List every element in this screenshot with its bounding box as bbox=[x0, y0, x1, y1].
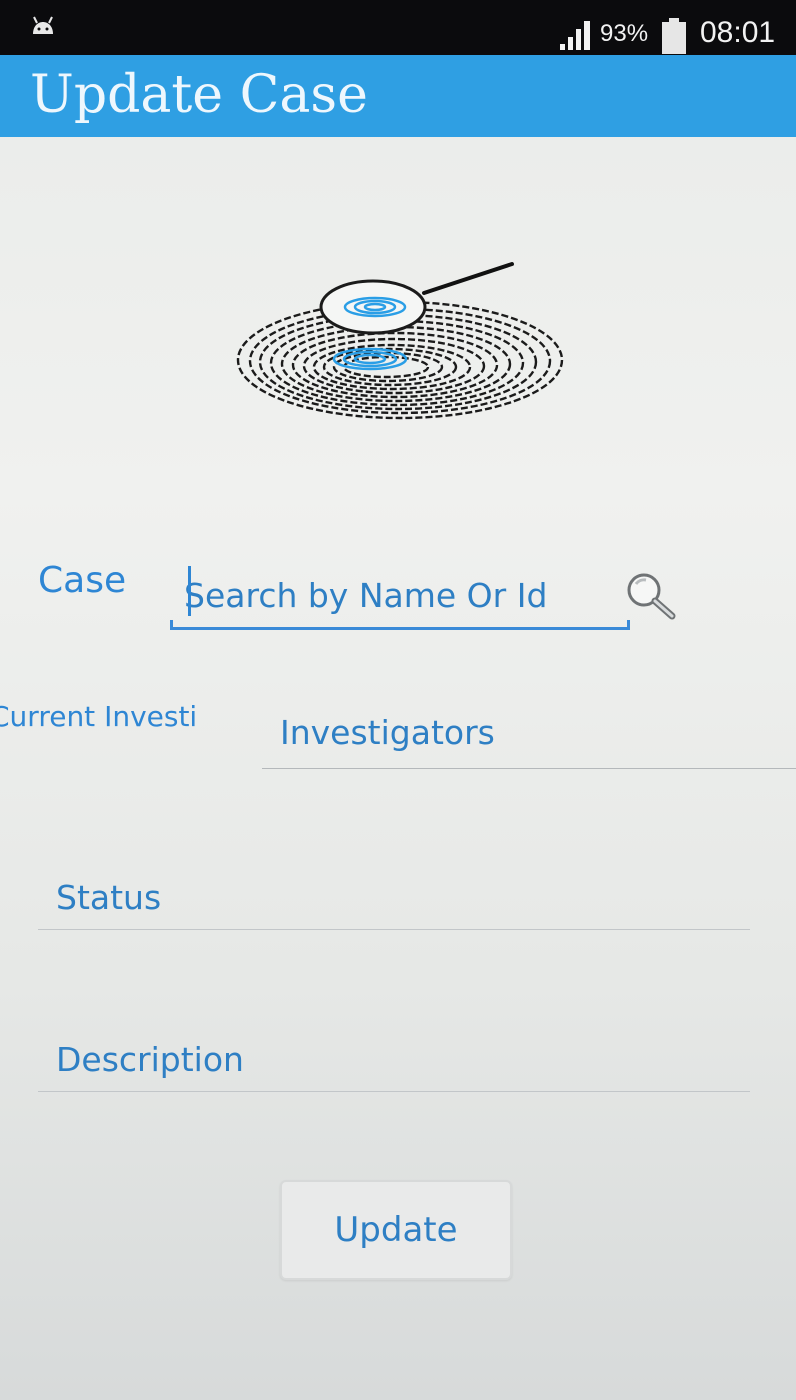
status-field bbox=[38, 864, 750, 930]
battery-icon bbox=[662, 18, 686, 54]
app-bar: Update Case bbox=[0, 55, 796, 137]
clock: 08:01 bbox=[700, 16, 776, 49]
case-label: Case bbox=[38, 560, 127, 601]
case-search-field bbox=[170, 560, 630, 630]
battery-percentage: 93% bbox=[600, 20, 649, 47]
description-field bbox=[38, 1026, 750, 1092]
investigators-selected-value: Investigators bbox=[280, 713, 495, 752]
case-search-input[interactable] bbox=[184, 568, 624, 622]
investigators-dropdown[interactable]: Investigators bbox=[262, 705, 796, 769]
current-investigator-label: Current Investi bbox=[0, 700, 198, 733]
update-button[interactable]: Update bbox=[280, 1180, 512, 1280]
text-cursor bbox=[188, 566, 191, 616]
page-title: Update Case bbox=[30, 65, 368, 125]
status-bar: 93% 08:01 bbox=[0, 0, 796, 55]
description-input[interactable] bbox=[56, 1034, 736, 1084]
signal-icon bbox=[560, 21, 590, 50]
android-icon bbox=[33, 16, 53, 34]
fingerprint-magnifier-icon bbox=[236, 262, 564, 420]
search-icon[interactable] bbox=[620, 568, 680, 624]
status-input[interactable] bbox=[56, 872, 736, 922]
